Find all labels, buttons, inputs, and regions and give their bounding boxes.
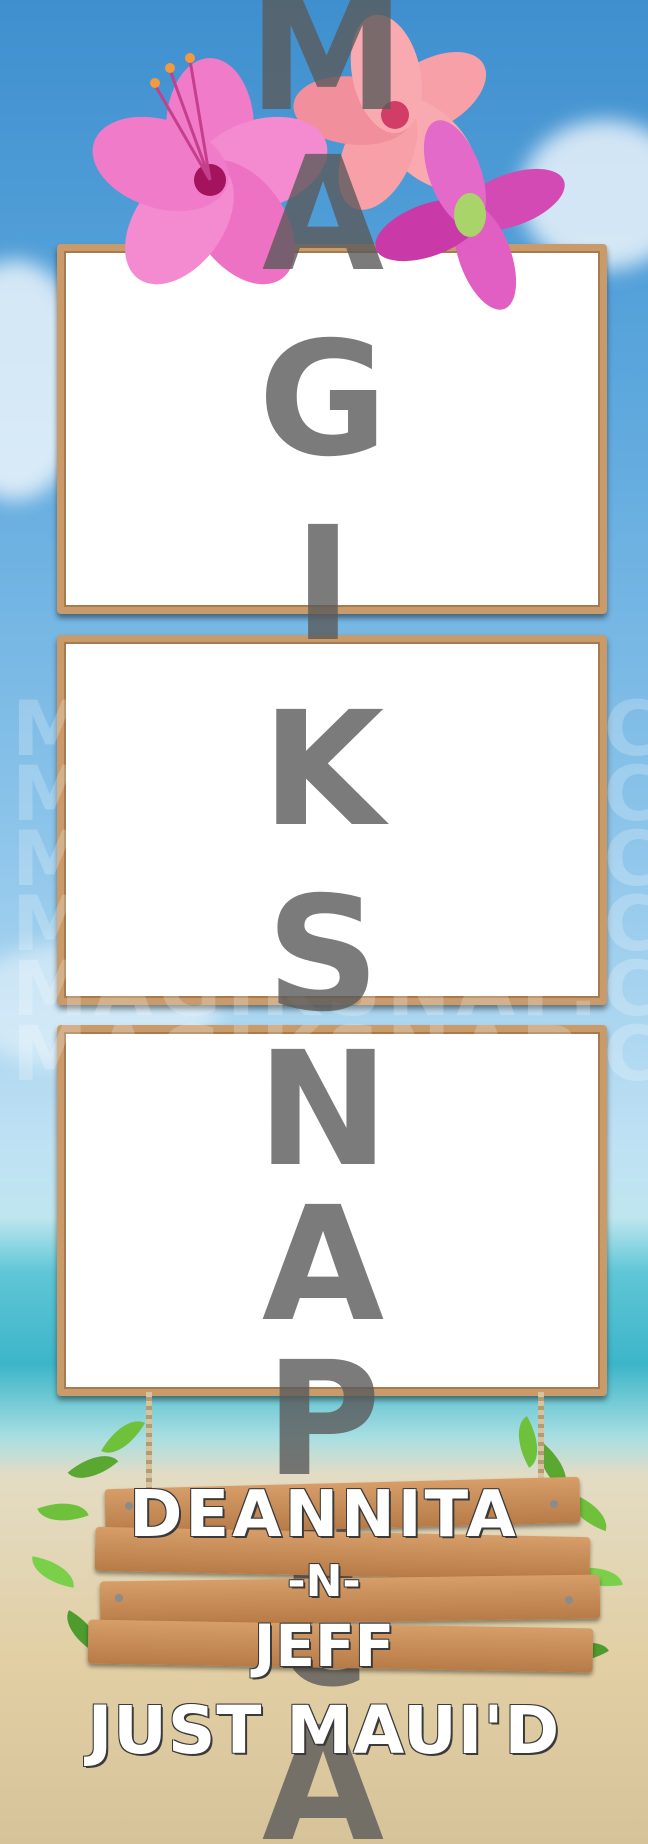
- vertical-letter: A: [261, 1173, 385, 1357]
- vertical-letter: N: [256, 1018, 390, 1202]
- sign-name-line-1: DEANNITA: [129, 1478, 519, 1552]
- vertical-letter: I: [293, 493, 353, 677]
- sign-name-line-3: JEFF: [253, 1612, 395, 1680]
- vertical-letter: A: [261, 123, 385, 307]
- vertical-letter: G: [258, 308, 388, 492]
- sign-name-line-2: -N-: [287, 1556, 361, 1607]
- vertical-letter: M: [248, 0, 406, 147]
- photo-strip: MAGIKSNAP.CA MAGIKSNAP.CA MAGIKSNAP.CA M…: [0, 0, 648, 1844]
- sign-tagline: JUST MAUI'D: [87, 1692, 561, 1769]
- vertical-letter: S: [266, 863, 380, 1047]
- vertical-letter: K: [261, 678, 385, 862]
